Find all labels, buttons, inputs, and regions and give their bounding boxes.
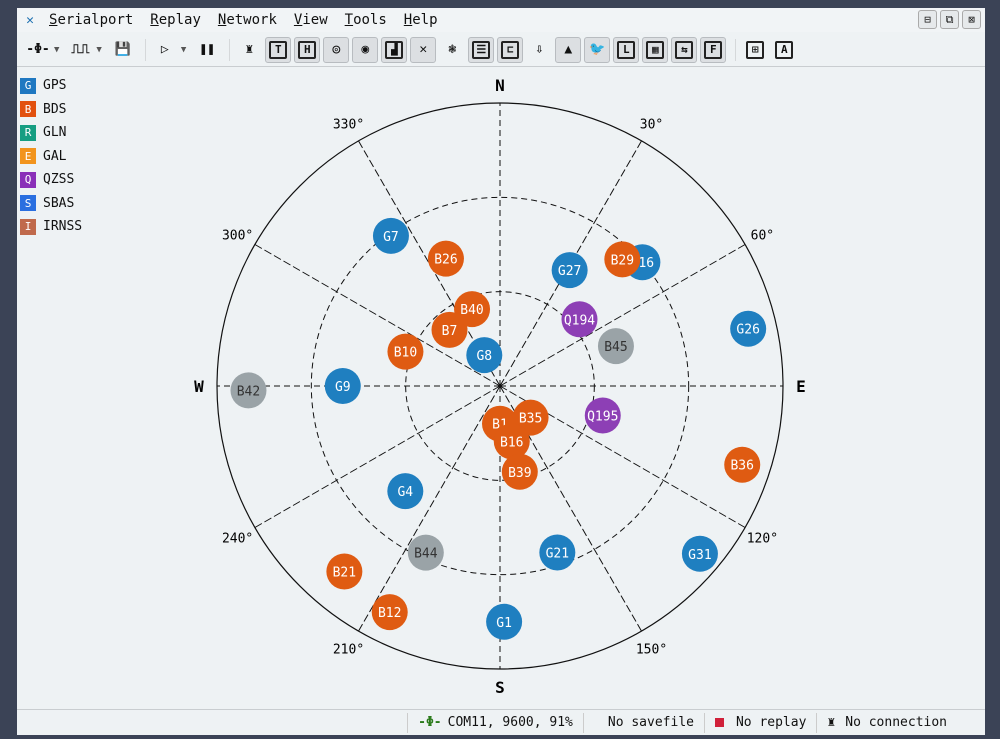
satellite-B44[interactable]: B44: [407, 534, 444, 571]
replay-status: No replay: [703, 712, 816, 733]
satellite-label: B7: [442, 324, 458, 339]
legend-label: BDS: [43, 101, 67, 117]
satellite-G26[interactable]: G26: [730, 310, 767, 347]
satellite-label: B16: [500, 435, 523, 450]
satellite-label: G8: [476, 349, 492, 364]
legend-label: IRNSS: [43, 219, 83, 235]
satellite-G27[interactable]: G27: [551, 252, 588, 289]
satellite-B39[interactable]: B39: [501, 453, 538, 490]
legend-label: GPS: [43, 78, 67, 94]
legend-swatch: E: [20, 148, 36, 165]
satellite-label: G21: [546, 546, 569, 561]
savefile-status-text: No savefile: [607, 715, 694, 730]
satellite-G4[interactable]: G4: [387, 473, 424, 510]
azimuth-label: 120°: [747, 532, 778, 547]
legend-item-bds: B BDS: [20, 98, 82, 122]
serial-status-text: COM11, 9600, 91%: [447, 715, 573, 730]
satellite-label: B44: [414, 547, 438, 562]
legend-item-gps: G GPS: [20, 74, 82, 98]
satellite-Q195[interactable]: Q195: [584, 397, 621, 434]
satellite-label: G1: [496, 616, 512, 631]
legend-label: SBAS: [43, 195, 75, 211]
satellite-label: B36: [730, 459, 753, 474]
satellite-label: B10: [394, 346, 417, 361]
azimuth-line: [358, 385, 501, 632]
satellite-G9[interactable]: G9: [324, 368, 361, 404]
satellite-label: Q194: [564, 313, 595, 328]
azimuth-label: 210°: [333, 642, 364, 657]
connection-status: ♜ No connection: [816, 712, 957, 733]
azimuth-label: 30°: [640, 118, 663, 133]
satellite-label: G27: [558, 264, 581, 279]
satellite-G7[interactable]: G7: [372, 217, 409, 254]
legend-item-sbas: S SBAS: [20, 192, 82, 216]
azimuth-line: [254, 385, 501, 528]
satellite-label: G9: [335, 380, 351, 395]
satellite-label: B42: [237, 384, 260, 399]
replay-status-text: No replay: [735, 715, 807, 730]
legend-swatch: B: [20, 101, 36, 118]
satellite-B42[interactable]: B42: [230, 372, 267, 409]
legend-swatch: G: [20, 77, 36, 94]
main-window: ✕ Serialport Replay Network View Tools H…: [17, 8, 985, 735]
satellite-B16[interactable]: B16: [493, 423, 530, 460]
serial-connect-icon: -Φ-: [418, 715, 442, 730]
replay-stop-icon: [714, 718, 724, 727]
legend-item-gal: E GAL: [20, 145, 82, 169]
satellite-label: B12: [378, 606, 401, 621]
legend-label: QZSS: [43, 172, 75, 188]
satellite-label: G26: [736, 323, 759, 338]
satellite-label: G4: [397, 485, 413, 500]
satellite-B10[interactable]: B10: [387, 333, 424, 370]
legend-swatch: I: [20, 218, 36, 235]
legend-swatch: S: [20, 195, 36, 212]
satellite-B36[interactable]: B36: [724, 446, 761, 483]
cardinal-E: E: [796, 377, 806, 396]
satellite-label: G7: [383, 230, 399, 245]
satellite-label: B21: [333, 565, 356, 580]
network-icon: ♜: [827, 715, 836, 730]
cardinal-N: N: [495, 76, 505, 95]
satellite-G31[interactable]: G31: [681, 535, 718, 572]
satellite-G8[interactable]: G8: [466, 337, 503, 374]
azimuth-label: 150°: [636, 642, 667, 657]
legend-swatch: R: [20, 124, 36, 141]
satellite-label: B26: [434, 253, 457, 268]
legend-label: GLN: [43, 125, 67, 141]
satellite-G21[interactable]: G21: [539, 534, 576, 571]
azimuth-label: 300°: [222, 229, 253, 244]
satellite-label: Q195: [587, 409, 618, 424]
constellation-legend: G GPS B BDS R GLN E GAL Q QZSS S SBAS I IRNSS: [20, 74, 82, 239]
satellite-G1[interactable]: G1: [486, 603, 523, 640]
cardinal-S: S: [495, 678, 505, 697]
satellite-B26[interactable]: B26: [427, 240, 464, 277]
satellite-label: B29: [611, 253, 634, 268]
connection-status-text: No connection: [845, 715, 947, 730]
status-bar: -Φ- COM11, 9600, 91% No savefile No repla…: [17, 709, 985, 735]
azimuth-label: 60°: [751, 229, 774, 244]
skyplot: N E S W 30° 60° 120° 150° 210° 240° 300° 330° G7 B26 G…: [194, 76, 806, 697]
legend-swatch: Q: [20, 171, 36, 188]
serial-status: -Φ- COM11, 9600, 91%: [407, 712, 583, 733]
satellite-label: G31: [688, 548, 711, 563]
azimuth-label: 330°: [333, 118, 364, 133]
satellite-B29[interactable]: B29: [604, 241, 641, 278]
satellite-B40[interactable]: B40: [454, 291, 491, 328]
azimuth-label: 240°: [222, 532, 253, 547]
legend-item-qzss: Q QZSS: [20, 168, 82, 192]
legend-label: GAL: [43, 148, 67, 164]
cardinal-W: W: [194, 377, 204, 396]
satellite-B45[interactable]: B45: [597, 328, 634, 365]
satellite-label: B45: [604, 340, 627, 355]
legend-item-gln: R GLN: [20, 121, 82, 145]
satellite-label: B39: [508, 466, 531, 481]
satellite-B12[interactable]: B12: [371, 594, 408, 631]
satellite-label: B40: [460, 303, 483, 318]
savefile-status: No savefile: [582, 712, 704, 733]
legend-item-irnss: I IRNSS: [20, 215, 82, 239]
satellite-B21[interactable]: B21: [326, 553, 363, 590]
satellite-Q194[interactable]: Q194: [561, 301, 598, 338]
satellite-label: B35: [519, 412, 542, 427]
